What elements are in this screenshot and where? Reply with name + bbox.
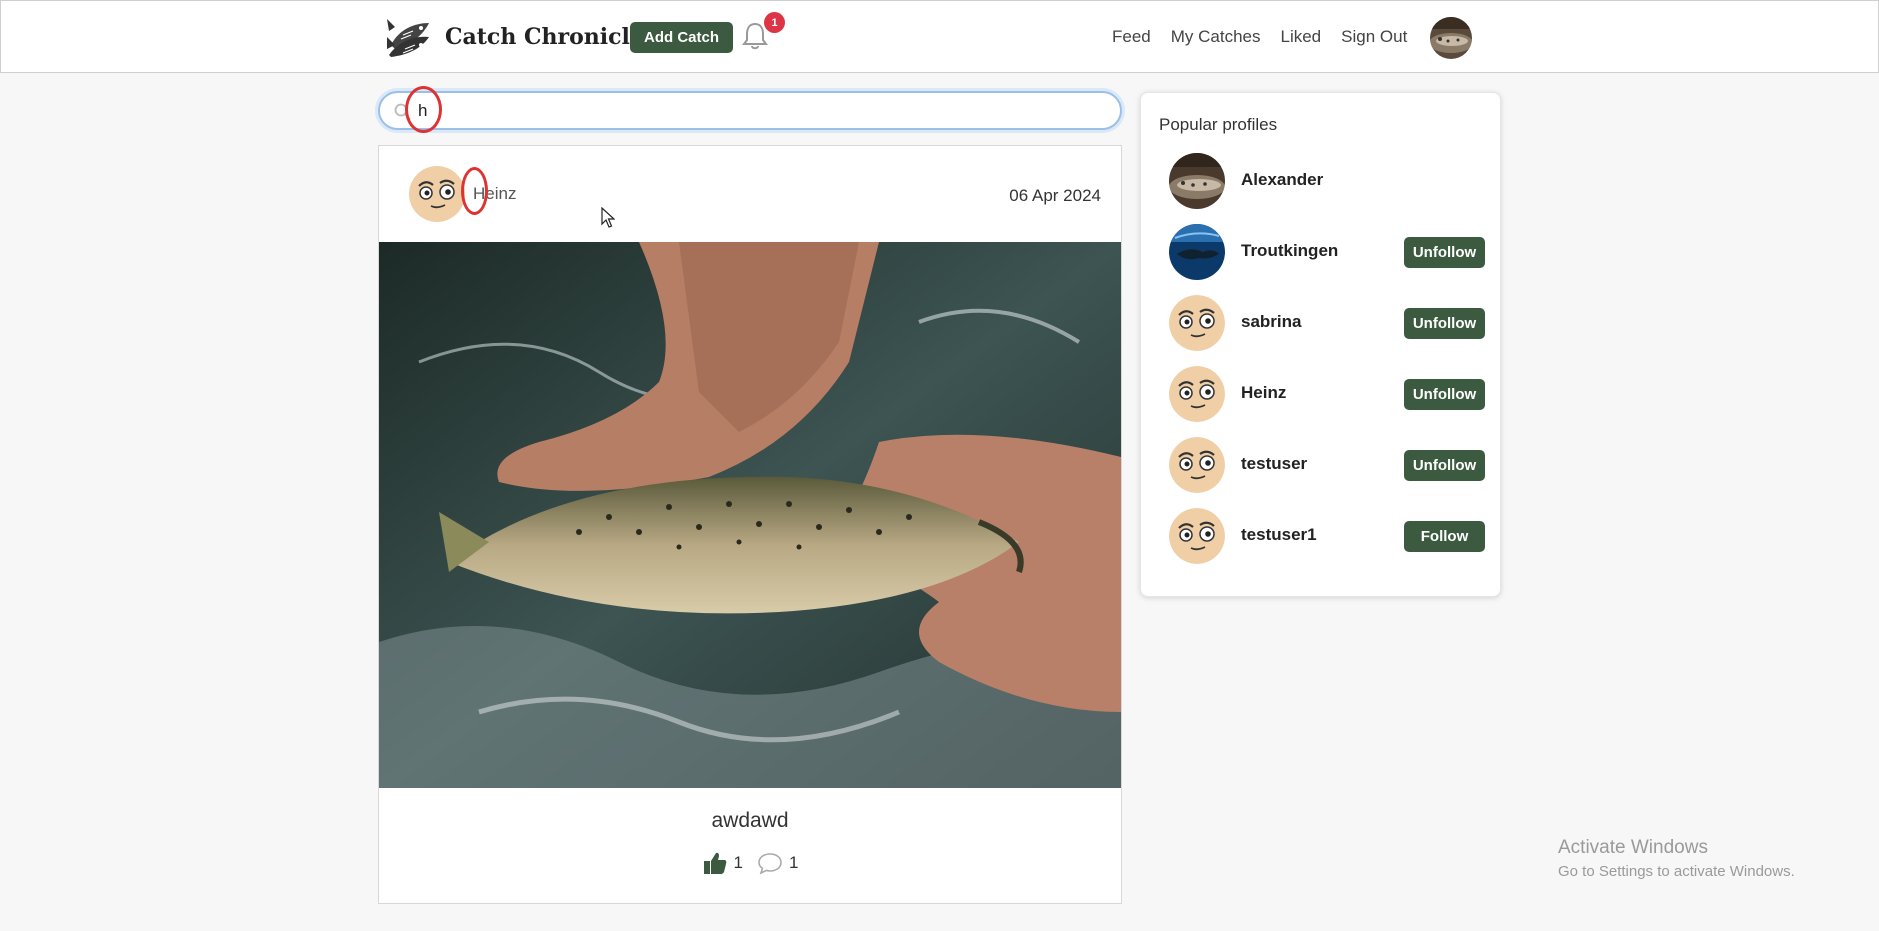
profile-avatar[interactable]	[1169, 508, 1225, 564]
brand-name: Catch Chronicle	[445, 24, 644, 50]
profile-row[interactable]: sabrina Unfollow	[1169, 295, 1485, 351]
profile-name[interactable]: Heinz	[1241, 383, 1286, 403]
profile-avatar[interactable]	[1169, 366, 1225, 422]
popular-profiles-panel: Popular profiles Alexander Troutkingen U…	[1140, 92, 1501, 597]
post-title: awdawd	[711, 809, 789, 832]
like-count: 1	[733, 853, 743, 872]
profile-row[interactable]: Alexander	[1169, 153, 1479, 209]
post-header: Heinz 06 Apr 2024	[379, 146, 1121, 242]
profile-name[interactable]: Alexander	[1241, 170, 1323, 190]
profile-name[interactable]: testuser1	[1241, 525, 1317, 545]
comment-icon[interactable]	[757, 850, 783, 876]
watermark-subtitle: Go to Settings to activate Windows.	[1558, 863, 1795, 880]
search-input[interactable]	[418, 98, 1108, 124]
nav-links: Feed My Catches Liked Sign Out	[1112, 27, 1407, 47]
post-card: Heinz 06 Apr 2024 awdawd 1 1	[378, 145, 1122, 904]
post-image[interactable]	[379, 242, 1121, 788]
watermark-title: Activate Windows	[1558, 837, 1708, 858]
navbar: Catch Chronicle Add Catch 1 Feed My Catc…	[0, 0, 1879, 73]
fish-logo-icon	[387, 19, 429, 57]
activate-windows-watermark: Activate Windows Go to Settings to activ…	[1558, 837, 1795, 880]
annotation-circle	[405, 86, 442, 133]
annotation-circle-owner	[461, 167, 488, 215]
notification-badge: 1	[764, 12, 785, 33]
profile-name[interactable]: sabrina	[1241, 312, 1301, 332]
follow-button[interactable]: Follow	[1404, 521, 1485, 552]
profile-avatar[interactable]	[1169, 295, 1225, 351]
post-stats: 1 1	[379, 850, 1121, 876]
profile-name[interactable]: testuser	[1241, 454, 1307, 474]
popular-profiles-title: Popular profiles	[1159, 115, 1278, 134]
post-owner-avatar[interactable]	[409, 166, 465, 222]
post-date: 06 Apr 2024	[1009, 186, 1101, 205]
unfollow-button[interactable]: Unfollow	[1404, 379, 1485, 410]
profile-avatar[interactable]	[1169, 153, 1225, 209]
user-avatar[interactable]	[1430, 17, 1472, 59]
unfollow-button[interactable]: Unfollow	[1404, 237, 1485, 268]
brand[interactable]: Catch Chronicle	[385, 15, 644, 59]
unfollow-button[interactable]: Unfollow	[1404, 450, 1485, 481]
nav-link-feed[interactable]: Feed	[1112, 27, 1151, 47]
profile-row[interactable]: testuser Unfollow	[1169, 437, 1485, 493]
profile-row[interactable]: Troutkingen Unfollow	[1169, 224, 1485, 280]
cursor-icon	[601, 207, 615, 228]
profile-name[interactable]: Troutkingen	[1241, 241, 1338, 261]
profile-row[interactable]: testuser1 Follow	[1169, 508, 1485, 564]
profile-avatar[interactable]	[1169, 224, 1225, 280]
unfollow-button[interactable]: Unfollow	[1404, 308, 1485, 339]
add-catch-button[interactable]: Add Catch	[630, 22, 733, 53]
comment-count: 1	[789, 853, 799, 872]
profile-avatar[interactable]	[1169, 437, 1225, 493]
nav-link-liked[interactable]: Liked	[1281, 27, 1322, 47]
profile-row[interactable]: Heinz Unfollow	[1169, 366, 1485, 422]
nav-link-my-catches[interactable]: My Catches	[1171, 27, 1261, 47]
nav-link-sign-out[interactable]: Sign Out	[1341, 27, 1407, 47]
thumbs-up-icon[interactable]	[702, 850, 728, 876]
search-bar	[378, 91, 1122, 130]
